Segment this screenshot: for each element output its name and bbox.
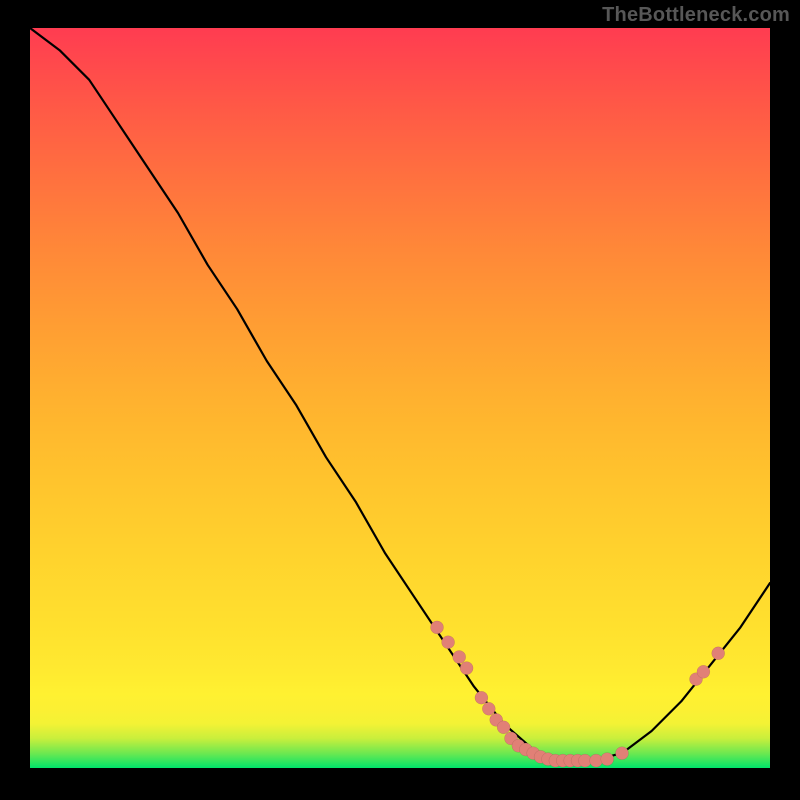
data-dot: [475, 691, 488, 704]
data-dot: [431, 621, 444, 634]
data-dot: [601, 753, 614, 766]
data-dot: [712, 647, 725, 660]
data-dot: [497, 721, 510, 734]
data-dot: [453, 651, 466, 664]
watermark-text: TheBottleneck.com: [602, 4, 790, 27]
data-dot: [460, 662, 473, 675]
data-dot: [616, 747, 629, 760]
data-dot: [482, 702, 495, 715]
bottleneck-curve: [30, 28, 770, 761]
data-dot: [697, 665, 710, 678]
chart-svg: [30, 28, 770, 768]
chart-area: [30, 28, 770, 768]
data-dot: [442, 636, 455, 649]
data-dots: [431, 621, 725, 767]
